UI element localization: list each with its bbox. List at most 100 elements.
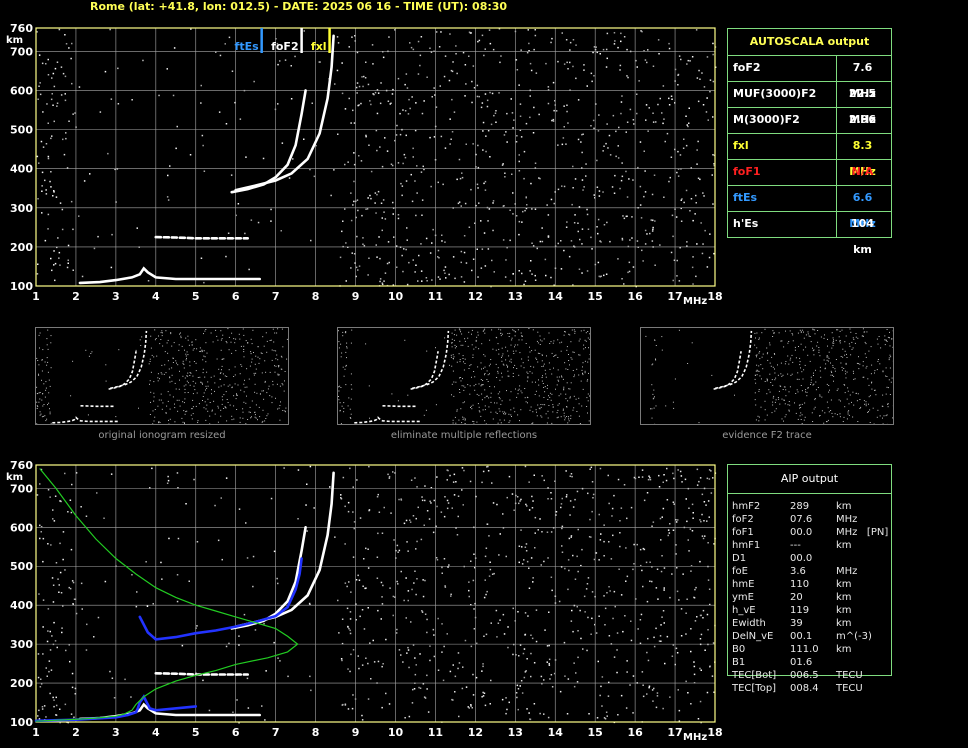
aip-value: --- (790, 540, 801, 551)
mini-speckle (529, 351, 531, 353)
mini-speckle (573, 376, 575, 378)
mini-speckle (563, 334, 565, 336)
mini-speckle (562, 408, 564, 410)
mini-speckle (571, 358, 573, 360)
mini-speckle (464, 340, 466, 342)
mini-speckle (70, 395, 72, 397)
mini-speckle (645, 335, 647, 337)
mini-speckle (222, 334, 224, 336)
mini-speckle (463, 361, 464, 363)
aip-value: 110 (790, 579, 810, 590)
mini-speckle (462, 402, 464, 404)
mini-speckle (44, 415, 46, 417)
aip-row: hmF1 --- km (732, 539, 932, 552)
mini-speckle (841, 329, 843, 331)
mini-speckle (46, 418, 48, 420)
mini-speckle (39, 411, 41, 413)
mini-speckle (285, 411, 286, 413)
mini-speckle (789, 404, 791, 406)
mini-speckle (887, 336, 889, 338)
mini-speckle (573, 351, 575, 353)
mini-speckle (853, 338, 855, 340)
mini-speckle (889, 394, 891, 395)
mini-speckle (542, 383, 544, 384)
mini-speckle (524, 388, 526, 389)
mini-speckle (764, 381, 766, 382)
mini-speckle (250, 417, 252, 419)
mini-speckle (254, 411, 256, 413)
mini-speckle (755, 337, 756, 339)
mini-speckle (45, 381, 47, 383)
aip-value: 01.6 (790, 657, 813, 668)
mini-speckle (804, 364, 806, 366)
mini-speckle (47, 329, 49, 331)
mini-speckle (563, 412, 565, 414)
mini-speckle (281, 328, 283, 330)
mini-speckle (277, 359, 279, 361)
mini-speckle (254, 383, 256, 385)
aip-unit: MHz (836, 514, 858, 525)
mini-speckle (211, 410, 213, 412)
mini-speckle (509, 420, 511, 422)
mini-speckle (782, 374, 784, 376)
mini-speckle (844, 350, 846, 352)
mini-speckle (182, 401, 184, 403)
mini-speckle (467, 337, 469, 339)
mini-speckle (774, 332, 775, 334)
mini-speckle (862, 328, 864, 330)
mini-speckle (832, 374, 833, 376)
y-tick-label: 200 (10, 677, 33, 690)
plot-frame (35, 464, 716, 723)
mini-speckle (579, 354, 581, 356)
mini-speckle (338, 330, 339, 332)
mini-speckle (511, 337, 513, 339)
mini-speckle (269, 395, 271, 397)
mini-speckle (167, 400, 169, 402)
mini-speckle (564, 417, 566, 419)
aip-row: foE 3.6 MHz (732, 565, 932, 578)
mini-speckle (806, 391, 808, 393)
mini-speckle (242, 417, 244, 419)
mini-speckle (251, 358, 253, 360)
mini-speckle (459, 392, 461, 393)
mini-speckle (184, 388, 186, 390)
mini-speckle (341, 352, 343, 354)
thumbnail-caption-eliminate: eliminate multiple reflections (390, 430, 538, 441)
mini-speckle (191, 408, 193, 410)
mini-speckle (202, 372, 204, 374)
mini-speckle (85, 349, 87, 351)
mini-speckle (846, 371, 848, 373)
mini-speckle (519, 352, 521, 354)
mini-speckle (587, 361, 589, 363)
mini-speckle (499, 379, 501, 381)
mini-speckle (236, 394, 237, 396)
mini-speckle (489, 386, 491, 387)
mini-speckle (587, 379, 589, 381)
mini-speckle (525, 401, 527, 403)
mini-speckle (500, 403, 502, 405)
mini-speckle (407, 394, 409, 396)
x-tick-label: 16 (627, 726, 643, 739)
mini-speckle (118, 349, 120, 351)
mini-speckle (836, 389, 838, 391)
mini-speckle (236, 393, 237, 395)
mini-speckle (368, 385, 370, 387)
mini-speckle (221, 396, 223, 398)
mini-speckle (186, 351, 188, 353)
mini-speckle (810, 341, 812, 343)
mini-speckle (565, 368, 567, 370)
mini-speckle (486, 395, 488, 397)
mini-speckle (849, 328, 851, 330)
mini-speckle (754, 399, 756, 401)
mini-speckle (514, 346, 515, 348)
mini-speckle (521, 335, 523, 337)
mini-speckle (473, 348, 475, 350)
mini-speckle (153, 381, 155, 383)
mini-speckle (837, 329, 839, 331)
aip-value: 3.6 (790, 566, 806, 577)
mini-speckle (846, 357, 848, 358)
mini-speckle (490, 392, 492, 394)
mini-speckle (195, 405, 197, 407)
mini-speckle (240, 389, 242, 391)
mini-speckle (837, 388, 839, 390)
